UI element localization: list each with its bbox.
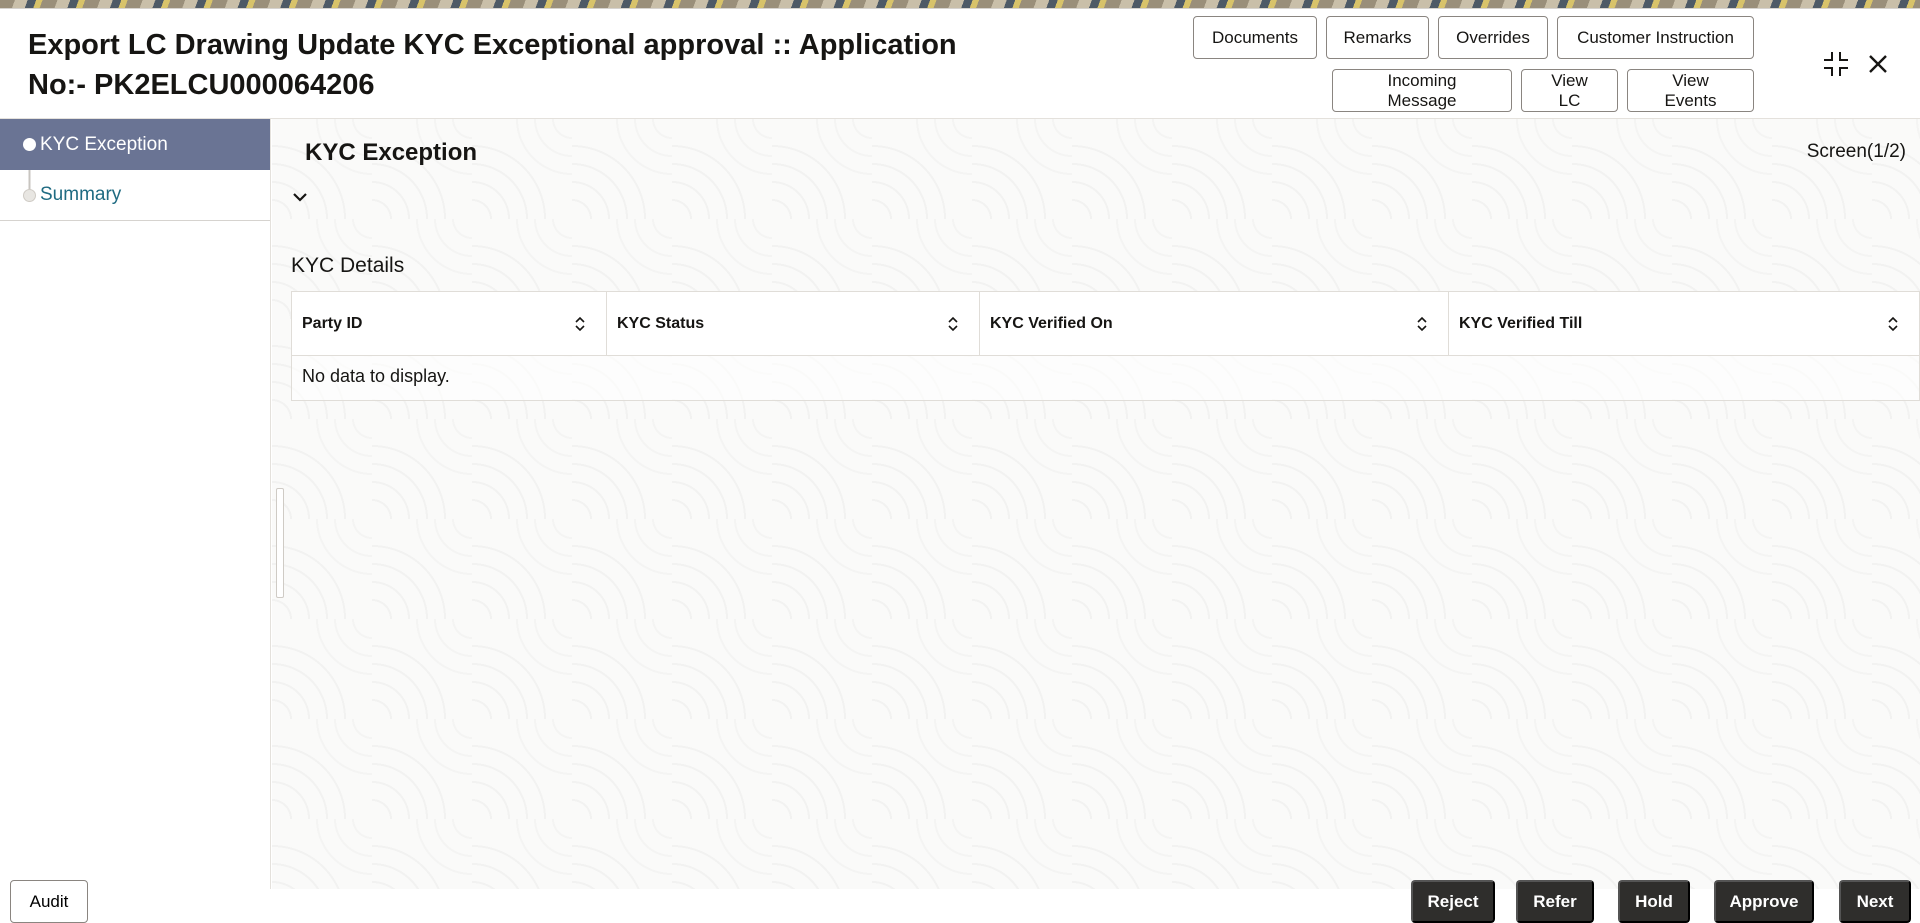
sidebar-item-label: Summary — [40, 184, 122, 205]
sidebar-item-label: KYC Exception — [40, 133, 168, 155]
column-header-label: KYC Verified Till — [1459, 314, 1583, 332]
application-window: Export LC Drawing Update KYC Exceptional… — [0, 8, 1920, 921]
approve-button[interactable]: Approve — [1714, 880, 1814, 923]
screen-indicator: Screen(1/2) — [1806, 141, 1906, 162]
customer-instruction-button[interactable]: Customer Instruction — [1557, 16, 1754, 59]
empty-table-message: No data to display. — [302, 366, 450, 386]
page-title: Export LC Drawing Update KYC Exceptional… — [28, 25, 1128, 105]
documents-button[interactable]: Documents — [1193, 16, 1317, 59]
kyc-details-table: Party ID KYC Status KYC Verified On KYC … — [291, 291, 1920, 401]
column-header-kyc-verified-till[interactable]: KYC Verified Till — [1449, 292, 1919, 355]
sort-icon[interactable] — [1416, 316, 1428, 332]
page-title-line-2: No:- PK2ELCU000064206 — [28, 69, 375, 101]
page-title-line-1: Export LC Drawing Update KYC Exceptional… — [28, 29, 957, 61]
view-events-button[interactable]: View Events — [1627, 69, 1754, 112]
next-button[interactable]: Next — [1839, 880, 1911, 923]
main-content: KYC Exception Screen(1/2) KYC Details Pa… — [272, 119, 1920, 889]
sidebar-resize-handle[interactable] — [276, 488, 284, 598]
incoming-message-button[interactable]: Incoming Message — [1332, 69, 1512, 112]
header: Export LC Drawing Update KYC Exceptional… — [0, 9, 1920, 119]
step-inactive-dot-icon — [23, 189, 36, 202]
footer-action-bar: Audit Reject Refer Hold Approve Next — [0, 871, 1920, 923]
reject-button[interactable]: Reject — [1411, 880, 1495, 923]
remarks-button[interactable]: Remarks — [1326, 16, 1429, 59]
audit-button[interactable]: Audit — [10, 880, 88, 923]
kyc-details-title: KYC Details — [291, 254, 405, 277]
sidebar: KYC Exception Summary — [0, 119, 271, 889]
sort-icon[interactable] — [574, 316, 586, 332]
column-header-kyc-status[interactable]: KYC Status — [607, 292, 980, 355]
table-header: Party ID KYC Status KYC Verified On KYC … — [292, 292, 1919, 356]
column-header-label: KYC Status — [617, 314, 705, 332]
sidebar-item-summary[interactable]: Summary — [0, 170, 270, 221]
column-header-kyc-verified-on[interactable]: KYC Verified On — [980, 292, 1449, 355]
sort-icon[interactable] — [1887, 316, 1899, 332]
column-header-party-id[interactable]: Party ID — [292, 292, 607, 355]
view-lc-button[interactable]: View LC — [1521, 69, 1618, 112]
step-active-dot-icon — [23, 138, 36, 151]
collapse-icon[interactable] — [1820, 48, 1852, 80]
chevron-down-icon[interactable] — [290, 187, 310, 207]
column-header-label: Party ID — [302, 314, 363, 332]
sort-icon[interactable] — [947, 316, 959, 332]
overrides-button[interactable]: Overrides — [1438, 16, 1548, 59]
sidebar-item-kyc-exception[interactable]: KYC Exception — [0, 119, 270, 170]
refer-button[interactable]: Refer — [1516, 880, 1594, 923]
section-title: KYC Exception — [305, 139, 478, 166]
close-icon[interactable] — [1862, 48, 1894, 80]
column-header-label: KYC Verified On — [990, 314, 1113, 332]
hold-button[interactable]: Hold — [1618, 880, 1690, 923]
